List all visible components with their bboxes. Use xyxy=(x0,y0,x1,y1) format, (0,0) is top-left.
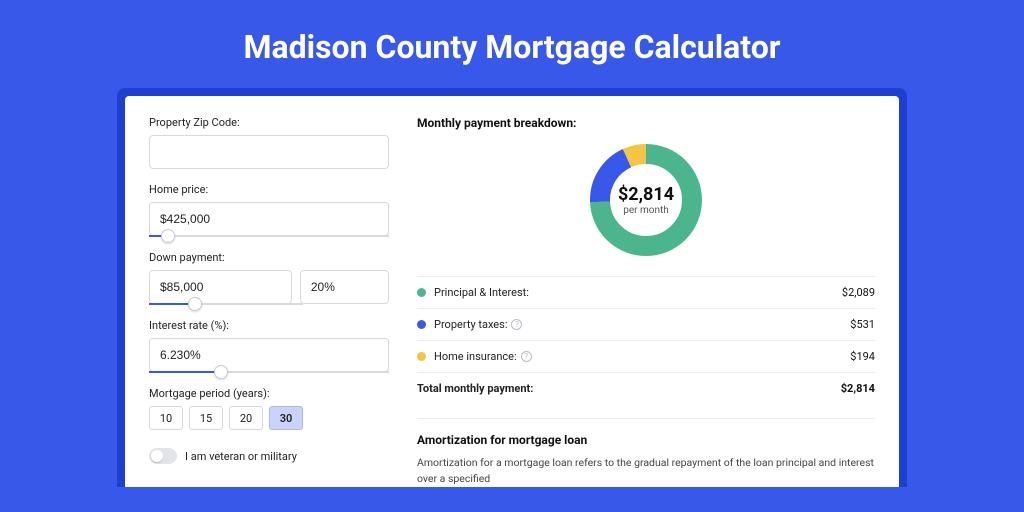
legend-row-total: Total monthly payment: $2,814 xyxy=(417,372,875,404)
amortization-section: Amortization for mortgage loan Amortizat… xyxy=(417,418,875,487)
interest-rate-input[interactable] xyxy=(149,338,389,372)
legend-label: Principal & Interest: xyxy=(434,286,529,299)
period-buttons: 10 15 20 30 xyxy=(149,406,389,430)
legend-amount: $194 xyxy=(850,350,875,363)
donut-sub: per month xyxy=(623,205,669,216)
period-btn-20[interactable]: 20 xyxy=(229,406,263,430)
veteran-toggle-row: I am veteran or military xyxy=(149,448,389,464)
inputs-column: Property Zip Code: Home price: Down paym… xyxy=(149,116,389,487)
legend-row-principal: Principal & Interest: $2,089 xyxy=(417,276,875,308)
period-btn-30[interactable]: 30 xyxy=(269,406,303,430)
total-amount: $2,814 xyxy=(841,382,875,395)
down-payment-amount-input[interactable] xyxy=(149,270,292,304)
slider-thumb[interactable] xyxy=(188,297,202,311)
zip-label: Property Zip Code: xyxy=(149,116,389,129)
info-icon[interactable]: ? xyxy=(521,351,532,362)
donut-chart: $2,814 per month xyxy=(417,140,875,260)
period-btn-10[interactable]: 10 xyxy=(149,406,183,430)
home-price-input[interactable] xyxy=(149,202,389,236)
legend-dot xyxy=(417,288,426,297)
legend-amount: $531 xyxy=(850,318,875,331)
interest-rate-label: Interest rate (%): xyxy=(149,319,389,332)
veteran-label: I am veteran or military xyxy=(185,450,297,463)
slider-thumb[interactable] xyxy=(214,365,228,379)
interest-rate-slider[interactable] xyxy=(149,371,389,373)
breakdown-column: Monthly payment breakdown: $2,814 per mo… xyxy=(417,116,875,487)
period-label: Mortgage period (years): xyxy=(149,387,389,400)
donut-amount: $2,814 xyxy=(618,184,674,205)
amortization-text: Amortization for a mortgage loan refers … xyxy=(417,455,875,487)
veteran-toggle[interactable] xyxy=(149,448,177,464)
legend-label: Home insurance: xyxy=(434,350,517,363)
calculator-panel: Property Zip Code: Home price: Down paym… xyxy=(117,88,907,487)
calculator-card: Property Zip Code: Home price: Down paym… xyxy=(125,96,899,487)
down-payment-slider[interactable] xyxy=(149,303,303,305)
legend-dot xyxy=(417,320,426,329)
legend-dot xyxy=(417,352,426,361)
home-price-slider[interactable] xyxy=(149,235,389,237)
zip-input[interactable] xyxy=(149,135,389,169)
down-payment-label: Down payment: xyxy=(149,251,389,264)
legend-amount: $2,089 xyxy=(842,286,875,299)
amortization-title: Amortization for mortgage loan xyxy=(417,433,875,447)
legend-row-insurance: Home insurance: ? $194 xyxy=(417,340,875,372)
slider-thumb[interactable] xyxy=(161,229,175,243)
toggle-knob xyxy=(151,450,163,462)
down-payment-percent-input[interactable] xyxy=(300,270,389,304)
period-btn-15[interactable]: 15 xyxy=(189,406,223,430)
page-title: Madison County Mortgage Calculator xyxy=(0,0,1024,88)
legend-row-taxes: Property taxes: ? $531 xyxy=(417,308,875,340)
info-icon[interactable]: ? xyxy=(511,319,522,330)
total-label: Total monthly payment: xyxy=(417,382,533,395)
legend-label: Property taxes: xyxy=(434,318,507,331)
breakdown-title: Monthly payment breakdown: xyxy=(417,116,875,130)
home-price-label: Home price: xyxy=(149,183,389,196)
